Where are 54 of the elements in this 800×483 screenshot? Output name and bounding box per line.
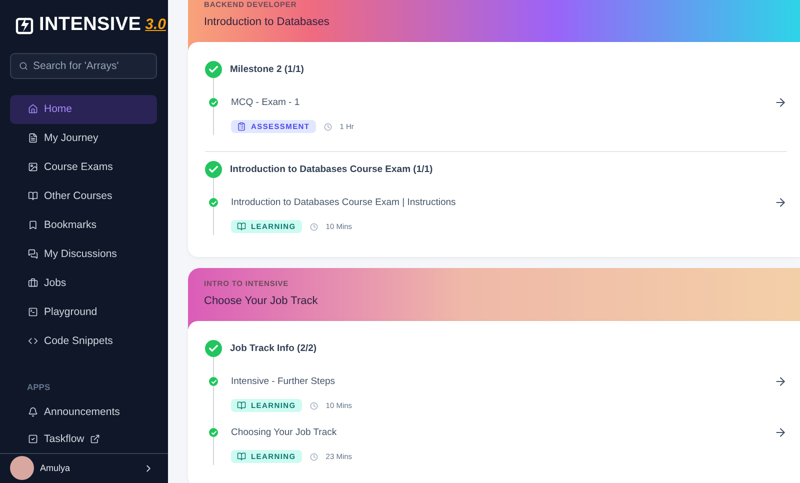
arrow-right-icon[interactable]	[774, 426, 787, 439]
item-title[interactable]: Choosing Your Job Track	[231, 427, 765, 438]
clock-icon	[324, 122, 332, 130]
arrow-right-icon[interactable]	[774, 196, 787, 209]
section-title: Introduction to Databases	[204, 16, 330, 28]
sidebar-item[interactable]: Course Exams	[10, 152, 157, 182]
logo-icon	[15, 14, 35, 35]
item-title[interactable]: Intensive - Further Steps	[231, 376, 765, 387]
book-icon	[237, 222, 246, 231]
checkbox-icon	[28, 434, 38, 444]
group-title: Milestone 2 (1/1)	[230, 64, 304, 74]
sidebar-item[interactable]: My Discussions	[10, 240, 157, 269]
arrow-right-icon[interactable]	[774, 96, 787, 109]
book-icon	[28, 191, 38, 202]
document-icon	[28, 133, 38, 144]
search-field[interactable]: Search for 'Arrays'	[10, 53, 157, 79]
external-link-icon	[90, 434, 100, 444]
image-icon	[28, 162, 38, 172]
section-title: Choose Your Job Track	[204, 295, 319, 307]
avatar	[10, 456, 34, 480]
sidebar-item[interactable]: My Journey	[10, 124, 157, 153]
book-icon	[237, 401, 246, 410]
clock-icon	[310, 402, 318, 410]
clock-icon	[310, 452, 318, 460]
clipboard-icon	[237, 122, 246, 131]
sidebar-item[interactable]: Taskflow	[0, 425, 168, 453]
user-row[interactable]: Amulya	[0, 452, 168, 483]
item-title[interactable]: Introduction to Databases Course Exam | Instructions	[231, 197, 765, 208]
sidebar-item[interactable]: Home	[10, 94, 157, 124]
group-title: Introduction to Databases Course Exam (1/1)	[230, 164, 433, 174]
sidebar-item[interactable]: Other Courses	[10, 182, 157, 211]
item-title[interactable]: MCQ - Exam - 1	[231, 97, 765, 108]
sidebar-item[interactable]: Bookmarks	[10, 210, 157, 240]
logo-text: INTENSIVE	[39, 14, 142, 36]
clock-icon	[310, 222, 318, 230]
group-title: Job Track Info (2/2)	[230, 342, 317, 354]
search-icon	[19, 61, 28, 72]
code-icon	[28, 336, 38, 346]
section-heading: APPS	[26, 380, 52, 394]
bell-icon	[28, 406, 38, 417]
user-name: Amulya	[40, 463, 72, 474]
arrow-right-icon[interactable]	[774, 375, 787, 388]
sidebar-item[interactable]: Code Snippets	[10, 326, 157, 356]
search-input[interactable]: Search for 'Arrays'	[33, 60, 148, 72]
chat-icon	[28, 249, 38, 260]
sidebar-item[interactable]: Jobs	[10, 268, 157, 298]
briefcase-icon	[28, 278, 38, 288]
sidebar-item[interactable]: Announcements	[0, 398, 168, 426]
bookmark-icon	[28, 220, 38, 230]
home-icon	[28, 104, 38, 114]
terminal-icon	[28, 307, 38, 318]
book-icon	[237, 452, 246, 461]
sidebar-item[interactable]: Playground	[10, 298, 157, 327]
logo-version: 3.0	[145, 16, 166, 34]
